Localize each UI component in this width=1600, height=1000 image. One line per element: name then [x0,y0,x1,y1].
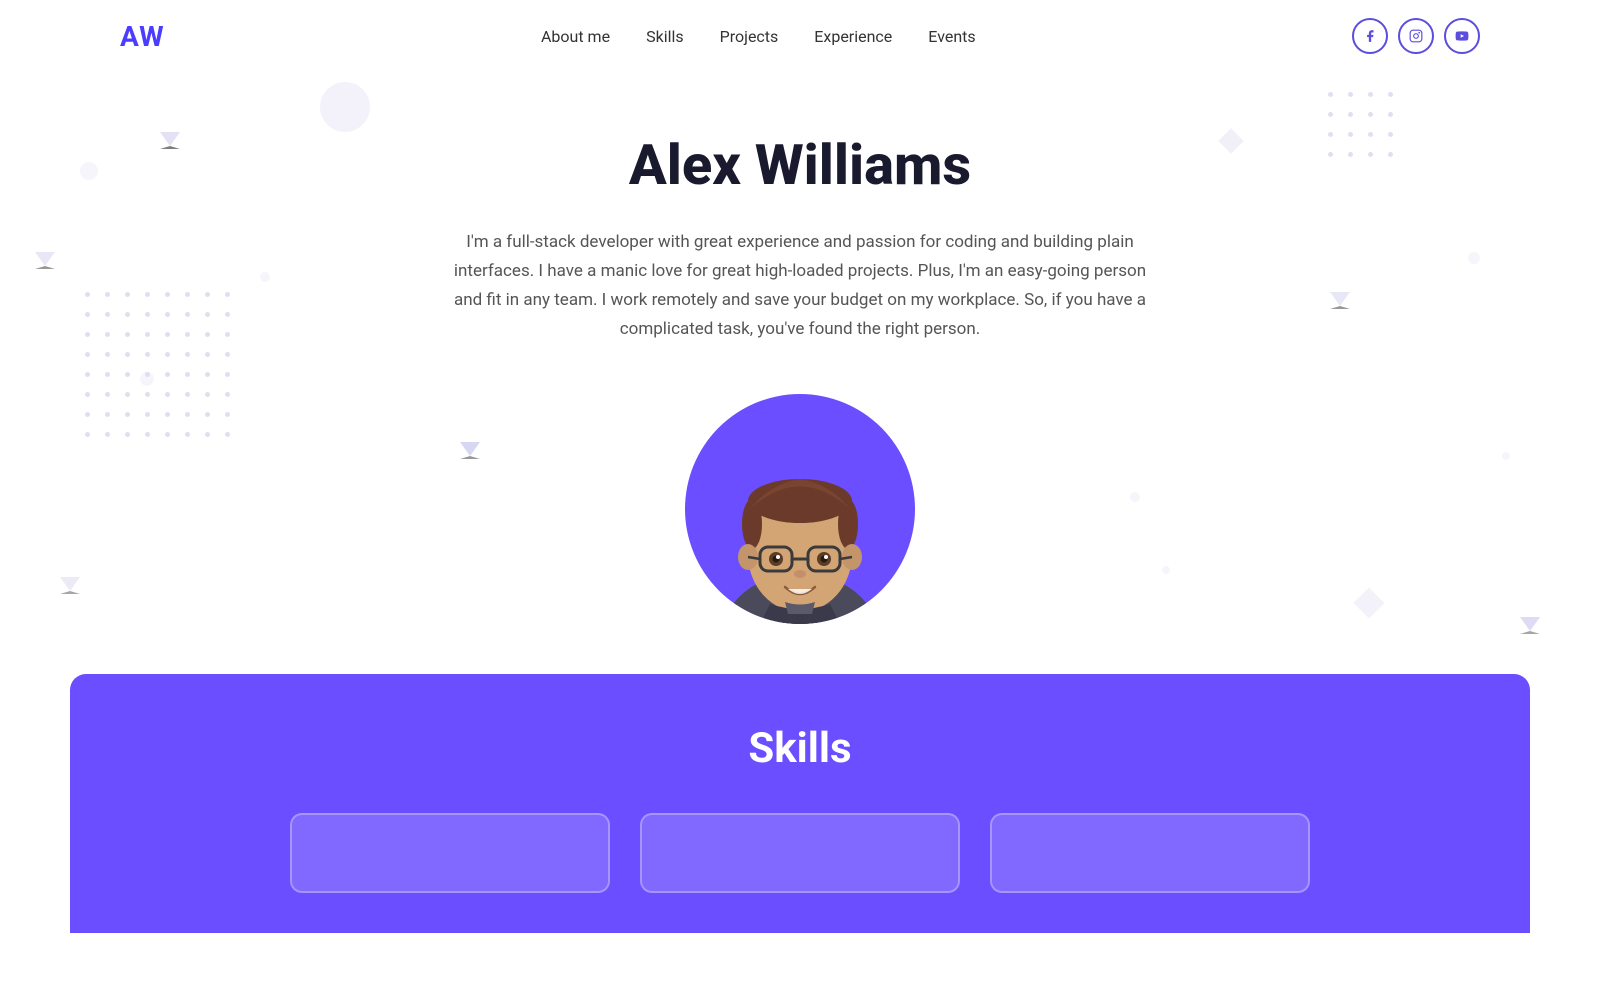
nav-projects[interactable]: Projects [720,27,779,46]
hero-bio: I'm a full-stack developer with great ex… [450,228,1150,344]
hero-section: document.currentScript.insertAdjacentHTM… [0,72,1600,674]
nav-events[interactable]: Events [928,27,975,46]
nav-skills[interactable]: Skills [646,27,684,46]
skills-title: Skills [130,724,1470,773]
avatar-container [200,394,1400,624]
social-icons [1352,18,1480,54]
avatar-illustration [700,409,900,624]
avatar [685,394,915,624]
nav-experience[interactable]: Experience [814,27,892,46]
navbar: AW About me Skills Projects Experience E… [0,0,1600,72]
instagram-icon[interactable] [1398,18,1434,54]
hero-content: Alex Williams I'm a full-stack developer… [200,132,1400,344]
skill-card-3 [990,813,1310,893]
youtube-icon[interactable] [1444,18,1480,54]
skill-card-1 [290,813,610,893]
site-logo[interactable]: AW [120,20,165,53]
skills-section: Skills [70,674,1530,933]
skills-cards [130,813,1470,893]
nav-links: About me Skills Projects Experience Even… [541,27,976,46]
skill-card-2 [640,813,960,893]
nav-about-me[interactable]: About me [541,27,610,46]
hero-title: Alex Williams [200,132,1400,198]
facebook-icon[interactable] [1352,18,1388,54]
